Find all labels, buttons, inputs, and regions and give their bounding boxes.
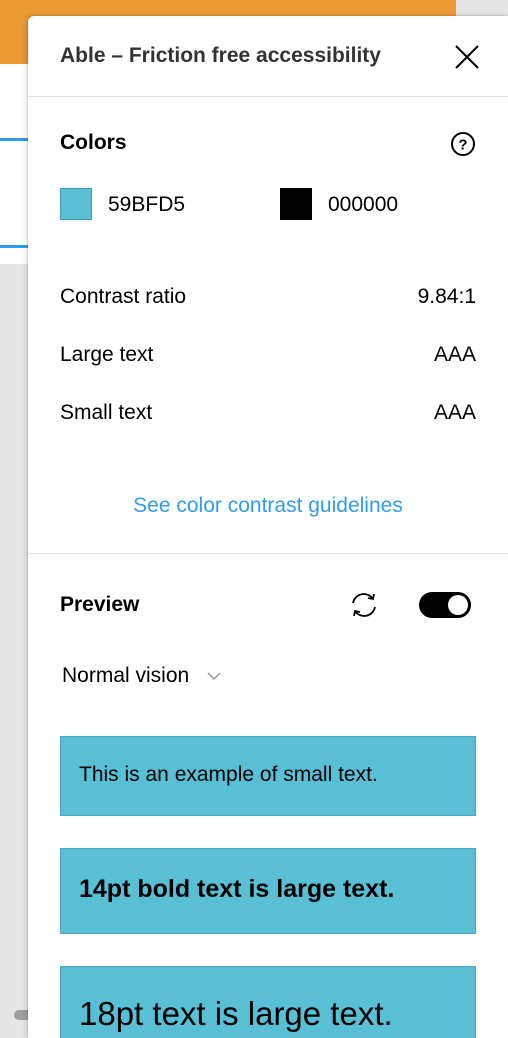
large-text-preview: 18pt text is large text. xyxy=(60,966,476,1038)
contrast-ratio-value: 9.84:1 xyxy=(417,285,476,308)
foreground-color-swatch[interactable] xyxy=(60,188,92,220)
large-text-label: Large text xyxy=(60,343,154,366)
contrast-ratio-label: Contrast ratio xyxy=(60,285,187,308)
close-button[interactable] xyxy=(454,44,480,70)
small-text-label: Small text xyxy=(60,401,153,424)
help-button[interactable]: ? xyxy=(450,131,476,157)
small-text-sample: This is an example of small text. xyxy=(79,763,378,786)
foreground-color-hex[interactable]: 59BFD5 xyxy=(108,193,185,217)
svg-text:?: ? xyxy=(458,137,467,154)
vision-mode-value: Normal vision xyxy=(62,664,190,687)
large-text-rating: AAA xyxy=(433,343,476,366)
preview-section-title: Preview xyxy=(60,593,140,616)
section-divider xyxy=(28,553,508,554)
colors-section-title: Colors xyxy=(60,131,127,154)
refresh-icon xyxy=(352,593,376,617)
vision-mode-select[interactable]: Normal vision xyxy=(62,664,222,694)
panel-title: Able – Friction free accessibility xyxy=(60,44,381,67)
background-color-swatch[interactable] xyxy=(280,188,312,220)
small-text-rating: AAA xyxy=(433,401,476,424)
large-bold-text-preview: 14pt bold text is large text. xyxy=(60,848,476,934)
swap-colors-button[interactable] xyxy=(348,590,380,620)
plugin-panel: Able – Friction free accessibility Color… xyxy=(28,16,508,1038)
help-icon: ? xyxy=(451,132,475,156)
background-color-hex[interactable]: 000000 xyxy=(328,193,398,217)
contrast-guidelines-link[interactable]: See color contrast guidelines xyxy=(28,494,508,518)
panel-header: Able – Friction free accessibility xyxy=(28,16,508,97)
toggle-knob xyxy=(448,595,468,615)
chevron-down-icon xyxy=(207,672,221,681)
large-text-sample: 18pt text is large text. xyxy=(79,995,393,1032)
small-text-preview: This is an example of small text. xyxy=(60,736,476,816)
bold-text-sample: 14pt bold text is large text. xyxy=(79,875,395,903)
preview-toggle[interactable] xyxy=(419,592,471,618)
close-icon xyxy=(455,45,479,69)
